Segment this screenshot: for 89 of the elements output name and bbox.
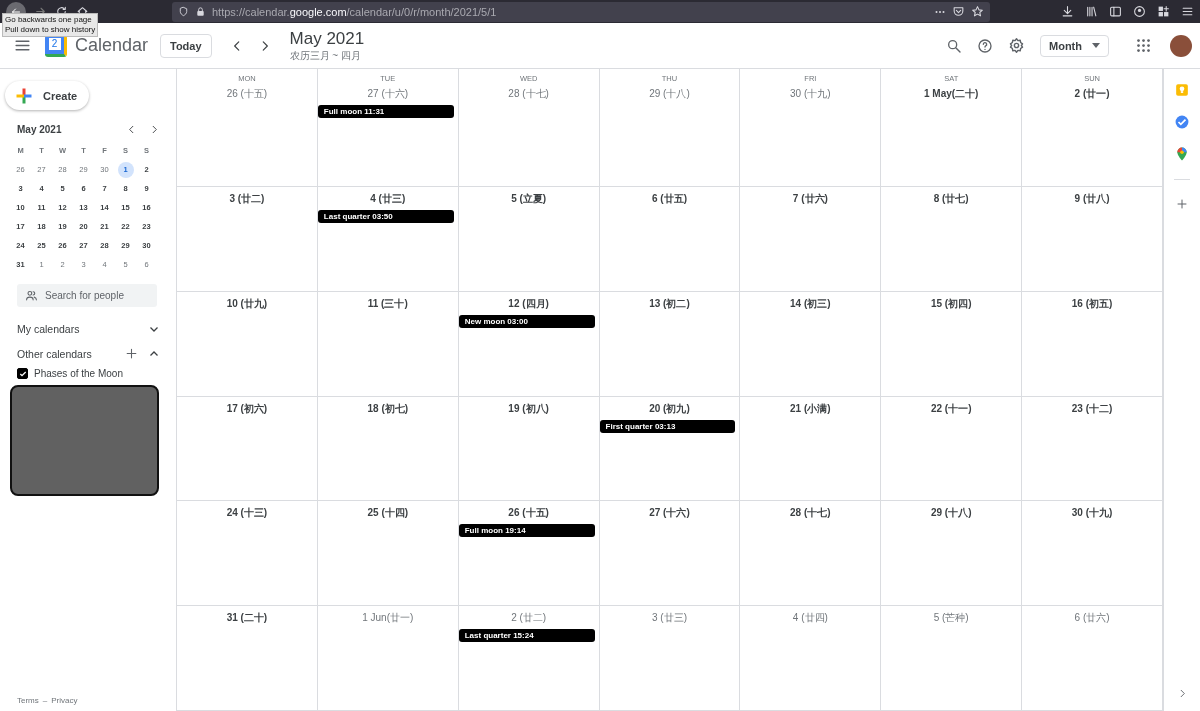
date-label[interactable]: 7 (廿六): [792, 192, 828, 206]
event-chip[interactable]: New moon 03:00: [458, 314, 595, 328]
date-label[interactable]: 5 (立夏): [511, 192, 547, 206]
date-label[interactable]: 2 (廿一): [1074, 87, 1110, 101]
date-label[interactable]: 1 Jun(廿一): [362, 611, 414, 626]
event-chip[interactable]: First quarter 03:13: [599, 419, 736, 433]
date-label[interactable]: 29 (十八): [649, 87, 690, 101]
task-check-icon[interactable]: [1175, 115, 1189, 129]
lunar-subtitle: 农历三月 ~ 四月: [289, 48, 362, 63]
date-label[interactable]: 30 (十九): [790, 87, 831, 101]
date-label[interactable]: 8 (廿七): [933, 192, 969, 206]
search-icon[interactable]: [946, 37, 962, 54]
avatar[interactable]: [1170, 34, 1192, 57]
date-label[interactable]: 24 (十三): [226, 506, 268, 521]
date-label[interactable]: 13 (初二): [649, 296, 690, 311]
search-people-field[interactable]: Search for people: [17, 284, 157, 307]
plus-icon: [15, 86, 33, 105]
date-label[interactable]: 10 (廿九): [226, 296, 268, 311]
date-label[interactable]: 30 (十九): [1071, 506, 1113, 521]
date-label[interactable]: 26 (十五): [508, 506, 549, 521]
app-name: Calendar: [75, 35, 150, 56]
date-label[interactable]: 3 (廿三): [652, 611, 687, 626]
separator-text: –: [42, 696, 48, 705]
date-label[interactable]: 28 (十七): [790, 506, 831, 521]
date-label[interactable]: 26 (十五): [226, 87, 268, 101]
sidebar-icon[interactable]: [1109, 5, 1122, 18]
help-icon[interactable]: [977, 37, 993, 54]
account-icon[interactable]: [1133, 5, 1146, 18]
checkbox[interactable]: [17, 368, 28, 379]
date-label[interactable]: 4 (廿四): [792, 611, 828, 626]
pocket-icon[interactable]: [952, 5, 965, 18]
date-label[interactable]: 18 (初七): [367, 401, 409, 416]
date-label[interactable]: 17 (初六): [226, 401, 268, 416]
date-label[interactable]: 29 (十八): [930, 506, 972, 521]
date-label[interactable]: 22 (十一): [930, 401, 972, 416]
url-text: https://calendar.google.com/calendar/u/0/r/month/2021/5/1: [212, 5, 498, 18]
download-icon[interactable]: [1061, 5, 1074, 18]
plus-icon[interactable]: [125, 347, 138, 360]
apps-grid-icon[interactable]: [1136, 38, 1151, 53]
date-label[interactable]: 2 (廿二): [511, 611, 547, 626]
date-label[interactable]: 9 (廿八): [1074, 192, 1110, 206]
people-icon: [25, 289, 38, 302]
date-label[interactable]: 4 (廿三): [370, 192, 406, 206]
library-icon[interactable]: [1085, 5, 1098, 18]
plus-icon[interactable]: [1176, 198, 1188, 210]
date-label[interactable]: 15 (初四): [930, 296, 972, 311]
section-label: My calendars: [17, 323, 81, 335]
date-label[interactable]: 28 (十七): [508, 87, 549, 101]
star-icon[interactable]: [971, 5, 984, 18]
date-label[interactable]: 19 (初八): [508, 401, 549, 416]
date-label[interactable]: 20 (初九): [649, 401, 690, 416]
date-label[interactable]: 6 (廿六): [1074, 611, 1110, 626]
event-chip[interactable]: Last quarter 03:50: [317, 210, 454, 223]
date-label[interactable]: 31 (二十): [226, 611, 268, 626]
privacy-link[interactable]: Privacy: [51, 696, 78, 705]
menu-icon[interactable]: [1181, 5, 1194, 18]
date-label[interactable]: 16 (初五): [1071, 296, 1113, 311]
date-label[interactable]: 27 (十六): [649, 506, 690, 521]
calendar-name: Phases of the Moon: [34, 368, 123, 379]
create-button[interactable]: Create: [5, 81, 89, 110]
date-label[interactable]: 5 (芒种): [933, 611, 969, 626]
mini-calendar-title: May 2021: [17, 124, 63, 135]
date-label[interactable]: 3 (廿二): [229, 192, 265, 206]
date-label[interactable]: 25 (十四): [367, 506, 409, 521]
section-label: Other calendars: [17, 347, 93, 360]
shield-icon: [178, 6, 189, 17]
caret-icon: [1092, 43, 1100, 48]
today-button[interactable]: Today: [160, 33, 212, 58]
tooltip-text: Go backwards one page: [5, 15, 93, 25]
month-title: May 2021: [289, 28, 365, 49]
date-label[interactable]: 14 (初三): [790, 296, 831, 311]
view-dropdown[interactable]: Month: [1040, 34, 1109, 57]
terms-link[interactable]: Terms: [17, 696, 39, 705]
event-chip[interactable]: Last quarter 15:24: [458, 629, 595, 643]
address-bar[interactable]: https://calendar.google.com/calendar/u/0/r/month/2021/5/1: [172, 1, 990, 22]
extensions-icon[interactable]: [1157, 5, 1170, 18]
date-label[interactable]: 21 (小满): [790, 401, 831, 416]
event-chip[interactable]: Full moon 11:31: [317, 105, 454, 118]
lock-icon: [195, 6, 206, 17]
date-label[interactable]: 27 (十六): [367, 87, 409, 101]
date-label[interactable]: 11 (三十): [367, 296, 408, 311]
date-label[interactable]: 1 May(二十): [924, 87, 979, 101]
date-label[interactable]: 12 (四月): [508, 296, 549, 311]
event-chip[interactable]: Full moon 19:14: [458, 524, 595, 538]
tooltip-text: Pull down to show history: [5, 25, 96, 35]
date-label[interactable]: 6 (廿五): [652, 192, 687, 206]
map-pin-icon[interactable]: [1175, 147, 1189, 161]
settings-icon[interactable]: [1008, 37, 1025, 54]
date-label[interactable]: 23 (十二): [1071, 401, 1113, 416]
